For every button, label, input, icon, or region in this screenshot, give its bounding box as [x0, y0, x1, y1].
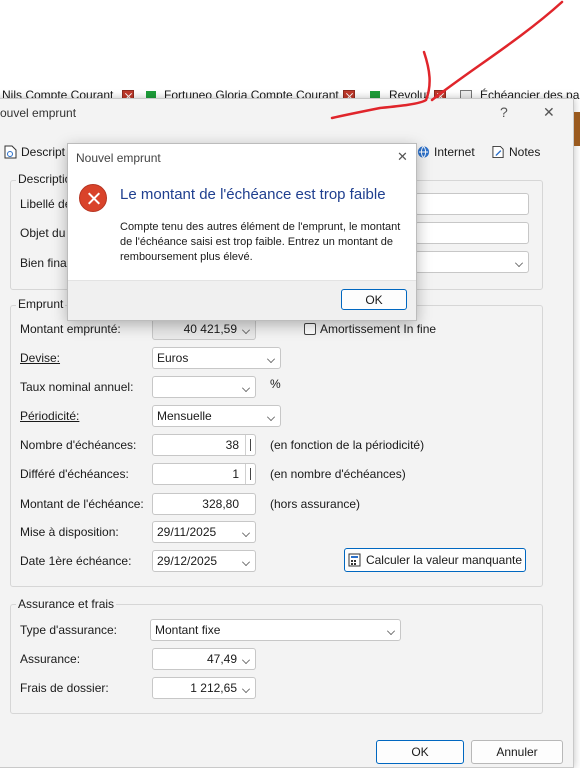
- libelle-label: Libellé de: [20, 197, 72, 211]
- calculate-missing-button[interactable]: Calculer la valeur manquante: [344, 548, 526, 572]
- close-button[interactable]: ✕: [543, 104, 555, 121]
- nb-echeances-value: 38: [225, 438, 239, 452]
- amortissement-checkbox[interactable]: [304, 323, 316, 335]
- chevron-down-icon: [242, 384, 250, 392]
- date-premiere-value: 29/12/2025: [157, 554, 218, 568]
- taux-label: Taux nominal annuel:: [20, 380, 134, 394]
- frais-value: 1 212,65: [190, 681, 237, 695]
- ok-button[interactable]: OK: [376, 740, 464, 764]
- nb-echeances-hint: (en fonction de la périodicité): [270, 438, 425, 452]
- date-premiere-label: Date 1ère échéance:: [20, 554, 132, 568]
- tab-description-label: Descript: [21, 145, 66, 159]
- differe-label: Différé d'échéances:: [20, 467, 129, 481]
- devise-value: Euros: [157, 351, 189, 365]
- bien-select[interactable]: [415, 251, 529, 273]
- chevron-down-icon: [242, 656, 250, 664]
- calculator-icon: [348, 553, 361, 567]
- montant-echeance-input[interactable]: 328,80: [152, 493, 256, 515]
- alert-close-button[interactable]: ✕: [397, 149, 408, 165]
- help-button[interactable]: ?: [500, 104, 508, 120]
- chevron-down-icon: [242, 558, 250, 566]
- tab-internet[interactable]: Internet: [417, 141, 475, 163]
- note-edit-icon: [492, 145, 504, 159]
- montant-emprunte-label: Montant emprunté:: [20, 322, 121, 336]
- dialog-title: ouvel emprunt: [0, 106, 77, 120]
- chevron-down-icon: [267, 355, 275, 363]
- description-legend: Descriptio: [16, 172, 74, 186]
- montant-echeance-value: 328,80: [202, 497, 239, 511]
- date-premiere-date[interactable]: 29/12/2025: [152, 550, 256, 572]
- chevron-down-icon: [267, 413, 275, 421]
- calculate-missing-label: Calculer la valeur manquante: [365, 553, 523, 567]
- alert-ok-button[interactable]: OK: [341, 289, 407, 310]
- chevron-down-icon: [242, 685, 250, 693]
- chevron-down-icon: [242, 326, 250, 334]
- background-window-edge: [574, 112, 580, 146]
- frais-input[interactable]: 1 212,65: [152, 677, 256, 699]
- nb-echeances-spinner[interactable]: 38: [152, 434, 256, 456]
- montant-emprunte-value: 40 421,59: [183, 322, 237, 336]
- document-icon: [4, 145, 17, 159]
- differe-value: 1: [232, 467, 239, 481]
- assurance-value: 47,49: [206, 652, 237, 666]
- nb-echeances-label: Nombre d'échéances:: [20, 438, 137, 452]
- montant-emprunte-input[interactable]: 40 421,59: [152, 318, 256, 340]
- mise-dispo-label: Mise à disposition:: [20, 525, 119, 539]
- tab-internet-label: Internet: [434, 145, 475, 159]
- assurance-legend: Assurance et frais: [16, 597, 117, 611]
- differe-spinner[interactable]: 1: [152, 463, 256, 485]
- libelle-input[interactable]: [415, 193, 529, 215]
- tab-notes[interactable]: Notes: [492, 141, 540, 163]
- error-icon: [79, 184, 107, 212]
- assurance-label: Assurance:: [20, 652, 81, 666]
- taux-input[interactable]: [152, 376, 256, 398]
- montant-echeance-hint: (hors assurance): [270, 497, 361, 511]
- emprunt-legend: Emprunt: [16, 297, 66, 311]
- montant-echeance-label: Montant de l'échéance:: [20, 497, 144, 511]
- type-assurance-select[interactable]: Montant fixe: [150, 619, 401, 641]
- devise-label: Devise:: [20, 351, 61, 365]
- globe-icon: [417, 146, 430, 158]
- objet-input[interactable]: [415, 222, 529, 244]
- cancel-button[interactable]: Annuler: [471, 740, 563, 764]
- amortissement-label: Amortissement In fine: [320, 322, 437, 336]
- alert-heading: Le montant de l'échéance est trop faible: [120, 186, 386, 203]
- tab-description[interactable]: Descript: [4, 141, 65, 163]
- type-assurance-value: Montant fixe: [155, 623, 221, 637]
- devise-select[interactable]: Euros: [152, 347, 281, 369]
- alert-body: Compte tenu des autres élément de l'empr…: [120, 221, 401, 263]
- chevron-down-icon: [242, 529, 250, 537]
- chevron-down-icon: [387, 627, 395, 635]
- alert-title: Nouvel emprunt: [76, 151, 161, 165]
- spinner-arrows-icon[interactable]: [245, 464, 255, 484]
- type-assurance-label: Type d'assurance:: [20, 623, 118, 637]
- mise-dispo-date[interactable]: 29/11/2025: [152, 521, 256, 543]
- differe-hint: (en nombre d'échéances): [270, 467, 406, 481]
- periodicite-select[interactable]: Mensuelle: [152, 405, 281, 427]
- frais-label: Frais de dossier:: [20, 681, 109, 695]
- objet-label: Objet du: [20, 226, 66, 240]
- spinner-arrows-icon[interactable]: [245, 435, 255, 455]
- taux-unit: %: [270, 377, 281, 391]
- mise-dispo-value: 29/11/2025: [157, 525, 217, 539]
- periodicite-label: Périodicité:: [20, 409, 80, 423]
- chevron-down-icon: [515, 259, 523, 267]
- bien-label: Bien fina: [20, 256, 67, 270]
- assurance-input[interactable]: 47,49: [152, 648, 256, 670]
- periodicite-value: Mensuelle: [157, 409, 212, 423]
- tab-notes-label: Notes: [509, 145, 541, 159]
